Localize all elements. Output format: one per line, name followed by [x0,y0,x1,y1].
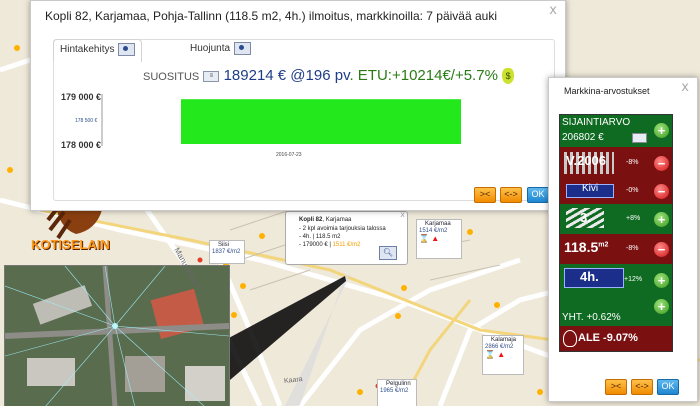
listing-dialog[interactable]: Kopli 82, Karjamaa, Pohja-Tallinn (118.5… [30,0,566,211]
range-button[interactable]: <-> [631,379,653,395]
valuation-row-year: V.2006 -8% − [560,148,672,178]
tab-label: Hintakehitys [60,44,115,55]
prev-button[interactable]: >< [474,187,496,203]
valuation-label: 118.5m2 [564,239,609,255]
market-valuation-dialog[interactable]: Markkina-arvostukset x SIJAINTIARVO 2068… [548,77,698,402]
map-price-tag[interactable]: Kalamaja 2866 €/m2 ⌛ ▲ [482,335,524,375]
hourglass-icon: ⌛ ▲ [419,234,440,243]
market-close-icon[interactable]: x [681,80,689,95]
valuation-label: 4h. [580,269,599,284]
location-value: 206802 € [562,132,604,143]
valuation-label: 3. [580,210,591,225]
recommended-price: 189214 € @196 pv [223,67,350,84]
plus-button[interactable]: + [654,212,669,227]
valuation-row-area: 118.5m2 -8% − [560,234,672,264]
hand-icon [563,330,577,347]
y-tick-label: 179 000 € [61,92,102,102]
suositus-label: SUOSITUS [143,71,200,83]
minus-button[interactable]: − [654,184,669,199]
x-axis-date-label: 2016-07-23 [276,152,302,158]
range-button[interactable]: <-> [500,187,522,203]
map-tag-value: 1965 €/m2 [380,388,409,394]
map-tag-name: Karjamaa [425,221,451,227]
listing-info-popup[interactable]: x Kopli 82, Karjamaa - 2 kpl avoimia tar… [285,210,408,265]
info-icon[interactable] [632,133,647,143]
map-tag-value: 1837 €/m2 [212,249,241,255]
valuation-pct: -8% [626,159,639,166]
ale-label: ALE -9.07% [578,332,638,344]
popup-price-per-m2: 1511 €/m2 [332,242,361,248]
ale-row: ALE -9.07% [560,326,672,351]
info-icon[interactable]: ≡ [203,70,220,82]
valuation-pct: -0% [626,187,639,194]
map-price-tag[interactable]: Karjamaa 1514 €/m2 ⌛ ▲ [416,219,462,259]
total-label: YHT. +0.62% [562,312,621,323]
valuation-pct: +12% [624,276,643,283]
valuation-row-material: Kivi -0% − [560,178,672,204]
prev-button[interactable]: >< [605,379,627,395]
ok-button[interactable]: OK [527,187,549,203]
popup-district: Karjamaa [325,217,352,223]
map-tag-name: Kalamaja [491,337,517,343]
listing-title: Kopli 82, Karjamaa, Pohja-Tallinn (118.5… [45,9,497,23]
valuation-row-floor: 3. +8% + [560,204,672,234]
ok-button[interactable]: OK [657,379,679,395]
location-label: SIJAINTIARVO [562,117,631,128]
total-row: + YHT. +0.62% [560,298,672,326]
listing-close-icon[interactable]: x [549,3,557,18]
tab-huojunta[interactable]: Huojunta [184,39,257,61]
valuation-panel: SIJAINTIARVO 206802 € + V.2006 -8% − Kiv… [559,114,673,352]
plus-button[interactable]: + [654,273,669,288]
tab-hintakehitys[interactable]: Hintakehitys [53,39,143,62]
plus-button[interactable]: + [654,299,669,314]
minus-button[interactable]: − [654,242,669,257]
location-block: SIJAINTIARVO 206802 € + [560,115,672,147]
plus-button[interactable]: + [654,123,669,138]
popup-close-icon[interactable]: x [400,210,405,219]
map-price-tag[interactable]: Siisi 1837 €/m2 [209,240,245,264]
money-bag-icon: $ [502,68,515,85]
price-summary: SUOSITUS ≡ 189214 € @196 pv. ETU:+10214€… [143,67,515,85]
logo-text: KOTISELAIN [31,237,110,252]
map-price-tag[interactable]: Pelgulinn 1965 €/m2 [377,379,417,406]
valuation-label: V.2006 [566,153,607,168]
valuation-pct: +8% [626,215,641,222]
map-tag-name: Pelgulinn [386,381,411,387]
chart-icon [234,41,252,55]
chart-icon [118,42,136,56]
price-chart [101,94,461,146]
price-bar [181,99,461,144]
popup-title: Kopli 82 [299,217,323,223]
market-title: Markkina-arvostukset [564,86,650,96]
y-tick-label: 178 500 € [75,118,98,124]
popup-line: - 2 kpl avoimia tarjouksia talossa [299,226,386,232]
popup-line: - 4h. | 118.5 m2 [299,234,341,240]
valuation-row-rooms: 4h. +12% + [560,264,672,298]
zoom-icon[interactable]: 🔍︎ [379,246,397,260]
hourglass-icon: ⌛ ▲ [485,350,506,359]
tab-label: Huojunta [190,43,231,54]
popup-price-line: - 179000 € | [299,242,333,248]
valuation-label: Kivi [582,183,599,194]
valuation-pct: -8% [626,245,639,252]
minus-button[interactable]: − [654,156,669,171]
map-tag-name: Siisi [218,242,230,248]
etu-value: . ETU:+10214€/+5.7% [349,67,498,84]
y-tick-label: 178 000 € [61,140,102,150]
